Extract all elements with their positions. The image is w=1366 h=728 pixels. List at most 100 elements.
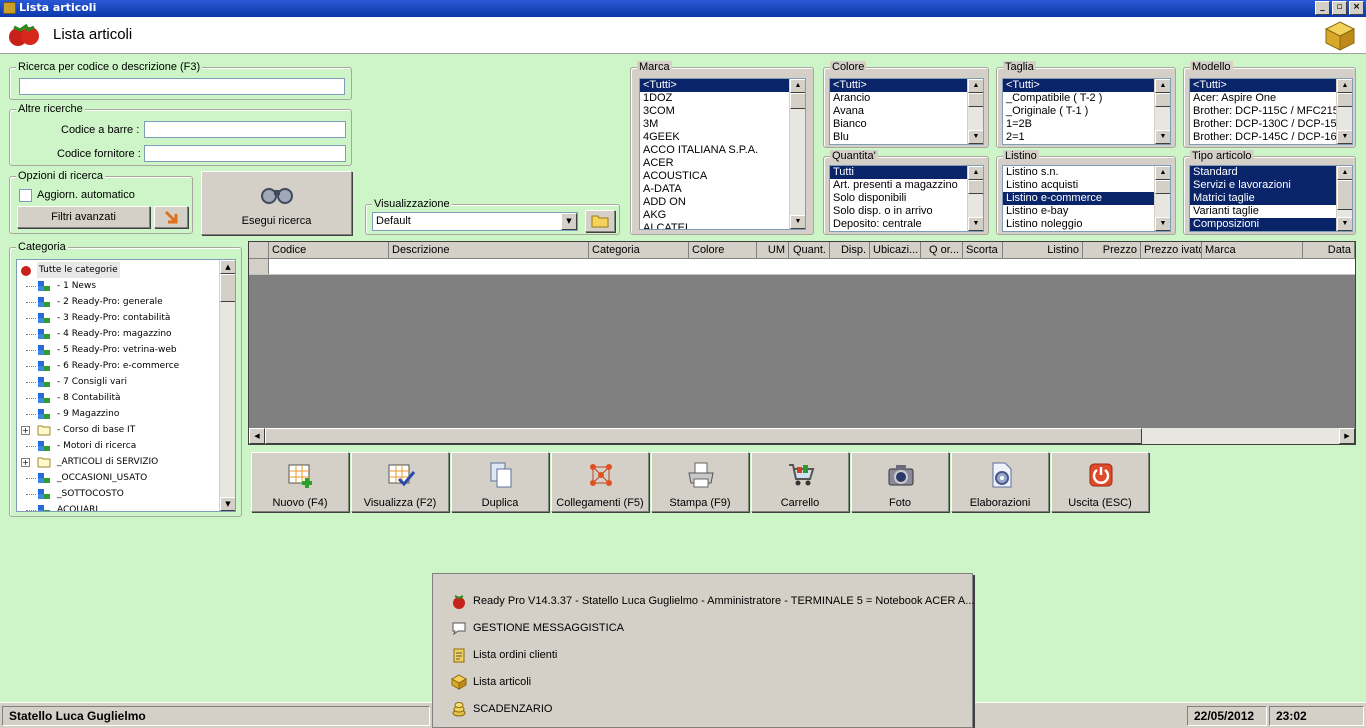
print-button[interactable]: Stampa (F9) bbox=[651, 452, 749, 512]
exit-button[interactable]: Uscita (ESC) bbox=[1051, 452, 1149, 512]
list-item[interactable]: Avana bbox=[830, 105, 967, 118]
list-item[interactable]: Listino e-bay bbox=[1003, 205, 1154, 218]
list-scrollbar[interactable]: ▲ ▼ bbox=[1336, 166, 1352, 231]
grid-horizontal-scrollbar[interactable]: ◀ ▶ bbox=[249, 428, 1355, 444]
column-header[interactable]: Prezzo ivato bbox=[1141, 242, 1202, 259]
view-button[interactable]: Visualizza (F2) bbox=[351, 452, 449, 512]
list-item[interactable]: 3COM bbox=[640, 105, 789, 118]
processing-button[interactable]: Elaborazioni bbox=[951, 452, 1049, 512]
advanced-filters-button[interactable]: Filtri avanzati bbox=[17, 206, 150, 228]
auto-update-checkbox[interactable] bbox=[19, 189, 32, 202]
column-header[interactable]: Disp. bbox=[830, 242, 870, 259]
list-item[interactable]: ACOUSTICA bbox=[640, 170, 789, 183]
list-item[interactable]: Brother: DCP-130C / DCP-150 bbox=[1190, 118, 1336, 131]
column-header[interactable]: Ubicazi... bbox=[870, 242, 921, 259]
list-scrollbar[interactable]: ▲ ▼ bbox=[1154, 166, 1170, 231]
column-header[interactable]: Listino bbox=[1003, 242, 1083, 259]
list-item[interactable]: ACCO ITALIANA S.P.A. bbox=[640, 144, 789, 157]
column-header[interactable]: Categoria bbox=[589, 242, 689, 259]
list-scrollbar[interactable]: ▲ ▼ bbox=[789, 79, 805, 229]
column-header[interactable]: Colore bbox=[689, 242, 757, 259]
new-button[interactable]: Nuovo (F4) bbox=[251, 452, 349, 512]
column-header[interactable]: Data bbox=[1303, 242, 1355, 259]
list-item[interactable]: 3M bbox=[640, 118, 789, 131]
cart-button[interactable]: Carrello bbox=[751, 452, 849, 512]
list-scrollbar[interactable]: ▲ ▼ bbox=[1154, 79, 1170, 144]
column-header[interactable]: Prezzo bbox=[1083, 242, 1141, 259]
list-item[interactable]: _Originale ( T-1 ) bbox=[1003, 105, 1154, 118]
search-input[interactable] bbox=[19, 78, 345, 95]
list-item[interactable]: 1=2B bbox=[1003, 118, 1154, 131]
pricelist-list[interactable]: Listino s.n. Listino acquisti Listino e-co… bbox=[1002, 165, 1171, 232]
list-item[interactable]: 1DOZ bbox=[640, 92, 789, 105]
list-item[interactable]: Tutti bbox=[830, 166, 967, 179]
list-item[interactable]: Acer: Aspire One bbox=[1190, 92, 1336, 105]
duplicate-button[interactable]: Duplica bbox=[451, 452, 549, 512]
expand-icon[interactable]: + bbox=[21, 458, 30, 467]
column-header[interactable]: Marca bbox=[1202, 242, 1303, 259]
list-item[interactable]: Deposito: centrale bbox=[830, 218, 967, 231]
list-item[interactable]: ALCATEL bbox=[640, 222, 789, 229]
list-item[interactable]: AKG bbox=[640, 209, 789, 222]
view-select[interactable]: Default ▼ bbox=[372, 212, 578, 231]
color-list[interactable]: <Tutti> Arancio Avana Bianco Blu ▲ ▼ bbox=[829, 78, 984, 145]
list-item[interactable]: Listino acquisti bbox=[1003, 179, 1154, 192]
restore-button[interactable]: ▫ bbox=[1332, 1, 1347, 15]
list-scrollbar[interactable]: ▲ ▼ bbox=[967, 79, 983, 144]
close-button[interactable]: × bbox=[1349, 1, 1364, 15]
minimize-button[interactable]: _ bbox=[1315, 1, 1330, 15]
column-header[interactable]: Descrizione bbox=[389, 242, 589, 259]
list-scrollbar[interactable]: ▲ ▼ bbox=[1336, 79, 1352, 144]
category-tree-scrollbar[interactable]: ▲ ▼ bbox=[219, 260, 235, 511]
supplier-code-input[interactable] bbox=[144, 145, 346, 162]
list-item[interactable]: Servizi e lavorazioni bbox=[1190, 179, 1336, 192]
column-header[interactable]: Codice bbox=[269, 242, 389, 259]
list-item[interactable]: <Tutti> bbox=[830, 79, 967, 92]
list-item[interactable]: Art. presenti a magazzino bbox=[830, 179, 967, 192]
list-item[interactable]: 4GEEK bbox=[640, 131, 789, 144]
advanced-filters-arrow-button[interactable] bbox=[154, 206, 188, 228]
column-header[interactable]: Quant. bbox=[789, 242, 830, 259]
list-item[interactable]: Bianco bbox=[830, 118, 967, 131]
links-button[interactable]: Collegamenti (F5) bbox=[551, 452, 649, 512]
list-item[interactable]: 2=1 bbox=[1003, 131, 1154, 144]
list-item[interactable]: Standard bbox=[1190, 166, 1336, 179]
list-item[interactable]: ADD ON bbox=[640, 196, 789, 209]
list-item[interactable]: <Tutti> bbox=[640, 79, 789, 92]
list-item[interactable]: <Tutti> bbox=[1190, 79, 1336, 92]
list-item[interactable]: Varianti taglie bbox=[1190, 205, 1336, 218]
list-item[interactable]: ACER bbox=[640, 157, 789, 170]
column-header[interactable]: Scorta bbox=[963, 242, 1003, 259]
category-tree[interactable]: ▲ ▼ Tutte le categorie - 1 News - 2 Ready-… bbox=[16, 259, 236, 512]
list-item[interactable]: Solo disponibili bbox=[830, 192, 967, 205]
list-scrollbar[interactable]: ▲ ▼ bbox=[967, 166, 983, 231]
list-item[interactable]: A-DATA bbox=[640, 183, 789, 196]
list-item[interactable]: Listino e-commerce bbox=[1003, 192, 1154, 205]
view-folder-button[interactable] bbox=[585, 210, 615, 232]
list-item[interactable]: Blu bbox=[830, 131, 967, 144]
list-item[interactable]: Brother: DCP-145C / DCP-165 bbox=[1190, 131, 1336, 144]
list-item[interactable]: Listino noleggio bbox=[1003, 218, 1154, 231]
photo-button[interactable]: Foto bbox=[851, 452, 949, 512]
model-list[interactable]: <Tutti> Acer: Aspire One Brother: DCP-115C… bbox=[1189, 78, 1353, 145]
list-item[interactable]: Arancio bbox=[830, 92, 967, 105]
quantity-list[interactable]: Tutti Art. presenti a magazzino Solo dispo… bbox=[829, 165, 984, 232]
list-item[interactable]: _Compatibile ( T-2 ) bbox=[1003, 92, 1154, 105]
barcode-input[interactable] bbox=[144, 121, 346, 138]
execute-search-button[interactable]: Esegui ricerca bbox=[201, 171, 352, 235]
list-item[interactable]: Matrici taglie bbox=[1190, 192, 1336, 205]
list-item[interactable]: Listino s.n. bbox=[1003, 166, 1154, 179]
list-item[interactable]: Solo disp. o in arrivo bbox=[830, 205, 967, 218]
list-item[interactable]: <Tutti> bbox=[1003, 79, 1154, 92]
size-list[interactable]: <Tutti> _Compatibile ( T-2 ) _Originale ( … bbox=[1002, 78, 1171, 145]
items-grid[interactable]: Codice Descrizione Categoria Colore UM Quant.… bbox=[248, 241, 1356, 445]
item-type-list[interactable]: Standard Servizi e lavorazioni Matrici tag… bbox=[1189, 165, 1353, 232]
column-header[interactable]: UM bbox=[757, 242, 789, 259]
chevron-down-icon[interactable]: ▼ bbox=[561, 213, 577, 230]
column-header[interactable]: Q or... bbox=[921, 242, 963, 259]
expand-icon[interactable]: + bbox=[21, 426, 30, 435]
list-item[interactable]: Brother: DCP-115C / MFC215 bbox=[1190, 105, 1336, 118]
table-row[interactable] bbox=[249, 259, 1355, 275]
brand-list[interactable]: <Tutti> 1DOZ 3COM 3M 4GEEK ACCO ITALIANA S.P.… bbox=[639, 78, 806, 230]
list-item[interactable]: Composizioni bbox=[1190, 218, 1336, 231]
